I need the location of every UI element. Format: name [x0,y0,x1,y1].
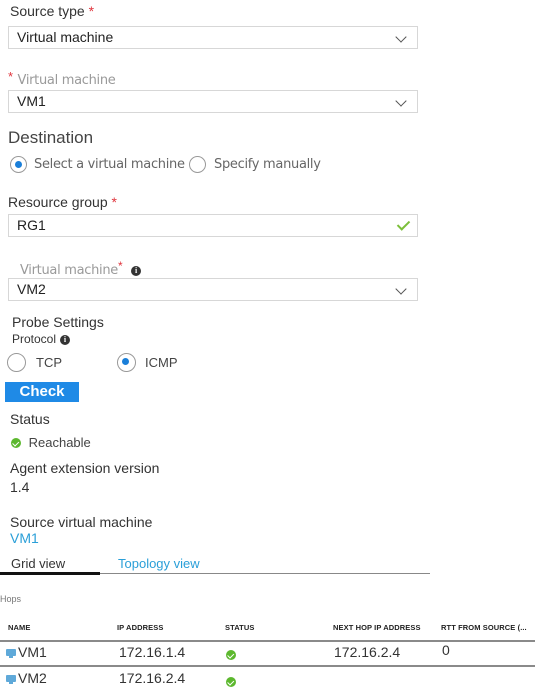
source-type-label-text: Source type [10,3,85,19]
status-label: Status [10,411,50,427]
success-check-icon [11,438,21,448]
source-vm-link[interactable]: VM1 [10,530,39,546]
destination-vm-select[interactable]: VM2 [8,278,418,301]
info-icon[interactable]: i [60,335,71,345]
radio-icmp[interactable] [117,353,136,372]
hop-rtt: 0 [442,642,450,658]
hop-ip: 172.16.2.4 [119,670,186,686]
tab-grid-view[interactable]: Grid view [11,556,65,571]
column-header-name[interactable]: NAME [8,623,30,632]
table-header-divider [0,640,535,642]
tab-topology-view[interactable]: Topology view [118,556,200,571]
resource-group-value: RG1 [17,217,46,233]
hop-name-cell: VM2 [6,670,47,686]
source-vm-label: * Virtual machine [8,69,116,89]
tab-active-indicator [0,572,100,575]
probe-settings-heading: Probe Settings [12,314,104,330]
hop-next-hop: 172.16.2.4 [334,644,401,660]
hop-status-cell [226,646,236,662]
radio-select-vm-label: Select a virtual machine [34,157,185,172]
hop-name: VM2 [18,670,47,686]
source-type-label: Source type * [10,3,94,19]
required-mark: * [111,194,117,210]
hop-status-cell [226,673,236,689]
protocol-label: Protocol i [12,332,71,346]
destination-vm-label: Virtual machine* i [20,259,142,279]
hops-title: Hops [0,594,22,604]
destination-vm-value: VM2 [17,281,46,297]
resource-group-input[interactable]: RG1 [8,214,418,237]
destination-heading: Destination [8,128,94,147]
check-button[interactable]: Check [5,382,79,402]
required-mark: * [117,259,123,273]
status-badge: Reachable [11,435,91,450]
column-header-rtt[interactable]: RTT FROM SOURCE (... [441,623,527,632]
virtual-machine-icon [6,675,16,684]
radio-specify-manually[interactable] [189,156,206,173]
radio-select-vm[interactable] [10,156,27,173]
column-header-status[interactable]: STATUS [225,623,255,632]
chevron-down-icon [395,31,407,43]
source-type-select[interactable]: Virtual machine [8,26,418,49]
success-check-icon [226,650,236,660]
source-vm-select[interactable]: VM1 [8,90,418,113]
source-vm-result-label: Source virtual machine [10,514,153,530]
required-mark: * [8,69,14,84]
hop-ip: 172.16.1.4 [119,644,186,660]
source-vm-value: VM1 [17,93,46,109]
table-row-divider [0,665,535,667]
hop-name-cell: VM1 [6,644,47,660]
radio-icmp-label: ICMP [145,355,178,370]
radio-specify-manually-label: Specify manually [214,157,321,172]
info-icon[interactable]: i [131,266,142,276]
destination-vm-label-text: Virtual machine [20,263,118,278]
source-type-value: Virtual machine [17,29,114,45]
agent-version-label: Agent extension version [10,460,160,476]
resource-group-label-text: Resource group [8,194,108,210]
chevron-down-icon [395,95,407,107]
status-value: Reachable [28,435,91,450]
radio-tcp[interactable] [7,353,26,372]
agent-version-value: 1.4 [10,479,30,495]
resource-group-label: Resource group * [8,194,117,210]
required-mark: * [88,3,95,19]
chevron-down-icon [395,283,407,295]
column-header-ip-address[interactable]: IP ADDRESS [117,623,163,632]
hop-name: VM1 [18,644,47,660]
protocol-label-text: Protocol [12,332,57,346]
valid-check-icon [396,217,411,231]
success-check-icon [226,677,236,687]
radio-tcp-label: TCP [36,355,62,370]
source-vm-label-text: Virtual machine [17,73,116,88]
column-header-next-hop[interactable]: NEXT HOP IP ADDRESS [333,623,421,632]
virtual-machine-icon [6,649,16,658]
